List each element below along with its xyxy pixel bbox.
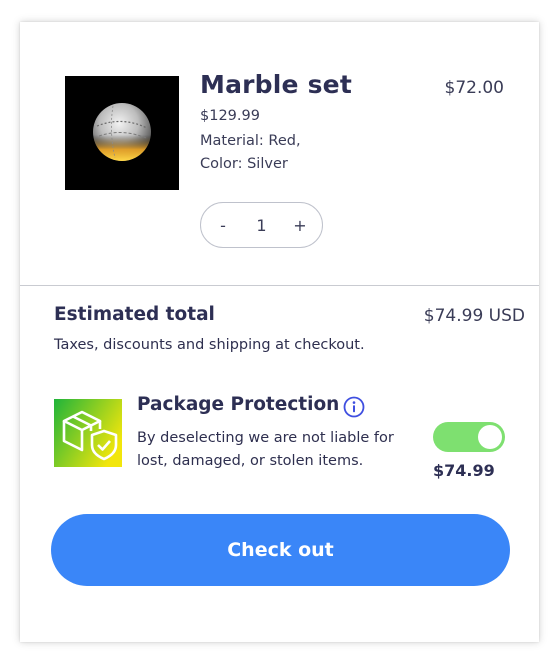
info-icon[interactable] [343,396,365,418]
product-image [65,76,179,190]
variant-color: Color: Silver [200,156,288,172]
package-protection-title: Package Protection [137,394,340,415]
increment-button[interactable]: + [292,216,308,235]
checkout-note: Taxes, discounts and shipping at checkou… [54,337,365,353]
estimated-total-value: $74.99 USD [423,306,525,326]
package-protection-toggle[interactable] [433,422,505,452]
package-shield-icon [54,399,122,467]
divider [20,285,539,286]
product-title: Marble set [200,70,352,99]
package-protection-description-line1: By deselecting we are not liable for [137,430,394,446]
quantity-stepper: - 1 + [200,202,323,248]
cart-card: Marble set $72.00 $129.99 Material: Red,… [20,22,539,642]
decrement-button[interactable]: - [215,216,231,235]
package-protection-price: $74.99 [433,461,495,480]
original-price: $129.99 [200,108,260,124]
product-price: $72.00 [444,78,504,98]
package-protection-description-line2: lost, damaged, or stolen items. [137,453,364,469]
estimated-total-label: Estimated total [54,304,215,325]
checkout-button[interactable]: Check out [51,514,510,586]
variant-material: Material: Red, [200,133,301,149]
toggle-knob [478,425,502,449]
quantity-value[interactable]: 1 [256,216,266,235]
